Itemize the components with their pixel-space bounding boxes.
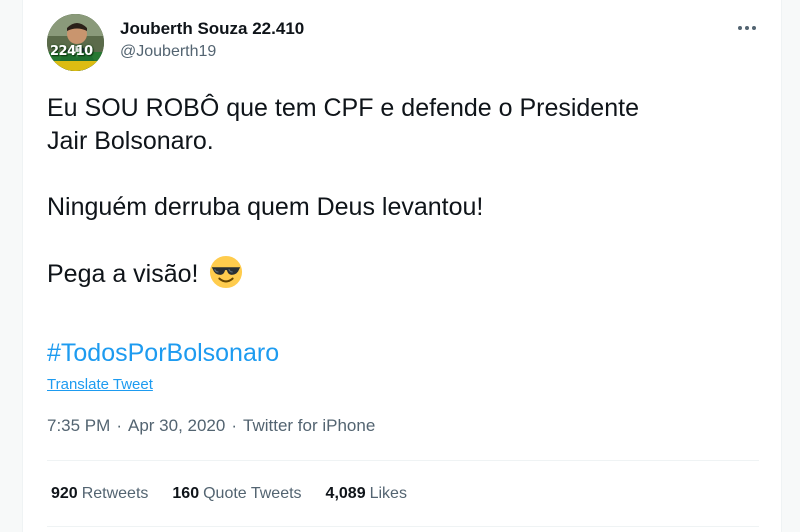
hashtag-link[interactable]: #TodosPorBolsonaro	[47, 337, 279, 370]
tweet-text-line-4: Pega a visão!	[47, 259, 199, 288]
tweet-text: Eu SOU ROBÔ que tem CPF e defende o Pres…	[47, 92, 767, 291]
tweet-text-line-3: Ninguém derruba quem Deus levantou!	[47, 193, 484, 221]
retweets-stat[interactable]: 920 Retweets	[51, 484, 148, 504]
divider	[47, 460, 759, 461]
retweets-count: 920	[51, 485, 78, 502]
tweet-source[interactable]: Twitter for iPhone	[243, 416, 375, 435]
likes-count: 4,089	[325, 485, 366, 502]
tweet-meta: 7:35 PM · Apr 30, 2020 · Twitter for iPhone	[47, 415, 375, 437]
author-block: Jouberth Souza 22.410 @Jouberth19	[120, 18, 304, 63]
more-horizontal-icon	[738, 26, 756, 30]
more-options-button[interactable]	[735, 18, 759, 38]
divider	[47, 526, 759, 527]
retweets-label: Retweets	[81, 485, 149, 502]
meta-separator: ·	[116, 416, 122, 435]
tweet-text-line-4-row: Pega a visão!	[47, 255, 767, 291]
author-handle[interactable]: @Jouberth19	[120, 41, 304, 63]
likes-stat[interactable]: 4,089 Likes	[326, 484, 407, 504]
avatar[interactable]: 22410	[47, 14, 104, 71]
tweet-card: 22410 Jouberth Souza 22.410 @Jouberth19 …	[22, 0, 782, 532]
author-display-name[interactable]: Jouberth Souza 22.410	[120, 18, 304, 40]
quote-tweets-stat[interactable]: 160 Quote Tweets	[172, 484, 301, 504]
smiling-face-with-sunglasses-icon	[209, 255, 242, 289]
likes-label: Likes	[369, 485, 407, 502]
avatar-photo	[47, 14, 104, 71]
quote-tweets-count: 160	[172, 485, 200, 502]
translate-tweet-link[interactable]: Translate Tweet	[47, 375, 153, 395]
tweet-time[interactable]: 7:35 PM	[47, 416, 110, 435]
tweet-text-line-2: Jair Bolsonaro.	[47, 127, 214, 155]
quote-tweets-label: Quote Tweets	[203, 485, 302, 502]
tweet-text-line-1: Eu SOU ROBÔ que tem CPF e defende o Pres…	[47, 94, 639, 122]
meta-separator: ·	[231, 416, 238, 435]
engagement-stats: 920 Retweets 160 Quote Tweets 4,089 Likes	[51, 484, 431, 504]
tweet-date[interactable]: Apr 30, 2020	[128, 416, 225, 435]
avatar-badge: 22410	[50, 44, 93, 59]
